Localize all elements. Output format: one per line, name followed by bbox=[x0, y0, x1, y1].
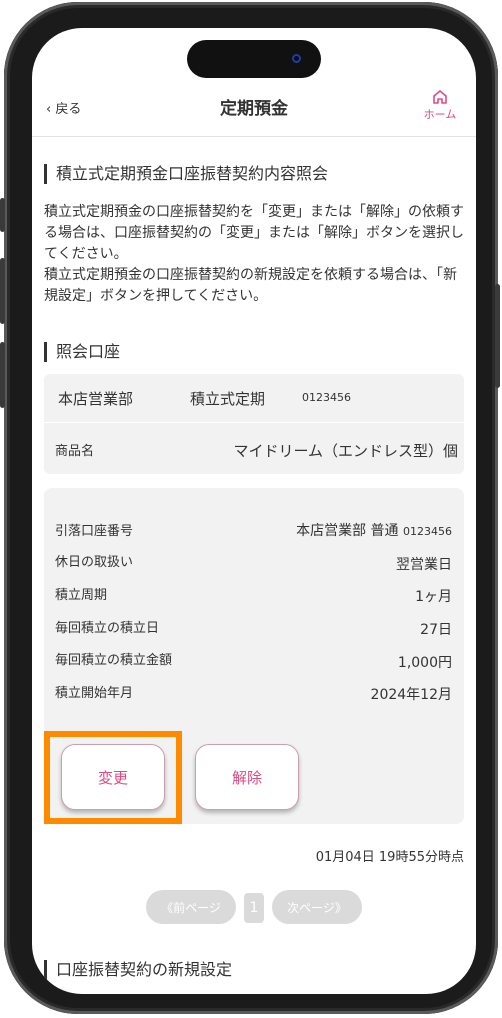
detail-label: 積立開始年月 bbox=[55, 686, 134, 701]
section-heading-new-setup: 口座振替契約の新規設定 bbox=[44, 960, 232, 980]
app-header: ‹ 戻る 定期預金 ホーム bbox=[32, 86, 476, 137]
volume-up-button bbox=[0, 258, 5, 324]
product-name: マイドリーム（エンドレス型）個 bbox=[233, 442, 458, 460]
action-button bbox=[0, 198, 5, 232]
detail-value: 2024年12月 bbox=[370, 687, 452, 703]
instruction-text-new: 積立式定期預金の口座振替契約の新規設定を依頼する場合は、「新規設定」ボタンを押し… bbox=[44, 267, 457, 304]
volume-down-button bbox=[0, 342, 5, 408]
home-label: ホーム bbox=[423, 108, 457, 121]
product-label: 商品名 bbox=[55, 444, 95, 459]
timestamp: 01月04日 19時55分時点 bbox=[315, 850, 464, 865]
account-row: 本店営業部 積立式定期 0123456 bbox=[44, 374, 464, 423]
dynamic-island bbox=[187, 40, 321, 78]
branch-name: 本店営業部 bbox=[58, 390, 134, 408]
screen: ‹ 戻る 定期預金 ホーム 積立式定期預金口座振替契約内容照会 積立式定期預金の… bbox=[32, 28, 476, 994]
account-type: 積立式定期 bbox=[190, 390, 266, 408]
section-heading-inquiry: 照会口座 bbox=[44, 342, 120, 362]
account-summary: 本店営業部 積立式定期 0123456 商品名 マイドリーム（エンドレス型）個 bbox=[44, 374, 464, 474]
detail-label: 引落口座番号 bbox=[55, 524, 134, 539]
prev-page-button[interactable]: 《前ページ bbox=[146, 890, 236, 924]
page-number[interactable]: 1 bbox=[244, 893, 264, 923]
detail-label: 毎回積立の積立日 bbox=[55, 621, 160, 636]
detail-value: 1,000円 bbox=[397, 655, 452, 671]
detail-label: 積立周期 bbox=[55, 588, 108, 603]
camera-icon bbox=[292, 54, 301, 63]
detail-value: 1ヶ月 bbox=[415, 589, 452, 605]
home-icon bbox=[433, 90, 447, 104]
detail-label: 毎回積立の積立金額 bbox=[55, 653, 173, 668]
highlight-box bbox=[44, 731, 182, 824]
cancel-button[interactable]: 解除 bbox=[195, 744, 299, 810]
phone-frame: ‹ 戻る 定期預金 ホーム 積立式定期預金口座振替契約内容照会 積立式定期預金の… bbox=[0, 2, 500, 1014]
home-button[interactable]: ホーム bbox=[418, 88, 462, 122]
detail-label: 休日の取扱い bbox=[55, 555, 134, 570]
section-heading-contract: 積立式定期預金口座振替契約内容照会 bbox=[44, 164, 328, 184]
power-button bbox=[495, 284, 500, 388]
page-title: 定期預金 bbox=[220, 99, 288, 119]
next-page-button[interactable]: 次ページ》 bbox=[272, 890, 362, 924]
detail-value: 本店営業部 普通 0123456 bbox=[296, 520, 452, 540]
instruction-text: 積立式定期預金の口座振替契約を「変更」または「解除」の依頼する場合は、口座振替契… bbox=[44, 204, 464, 262]
debit-account-number: 0123456 bbox=[403, 525, 452, 538]
account-number: 0123456 bbox=[302, 391, 351, 404]
detail-value: 翌営業日 bbox=[396, 557, 452, 573]
debit-account: 本店営業部 普通 bbox=[296, 523, 399, 539]
detail-value: 27日 bbox=[420, 622, 452, 638]
